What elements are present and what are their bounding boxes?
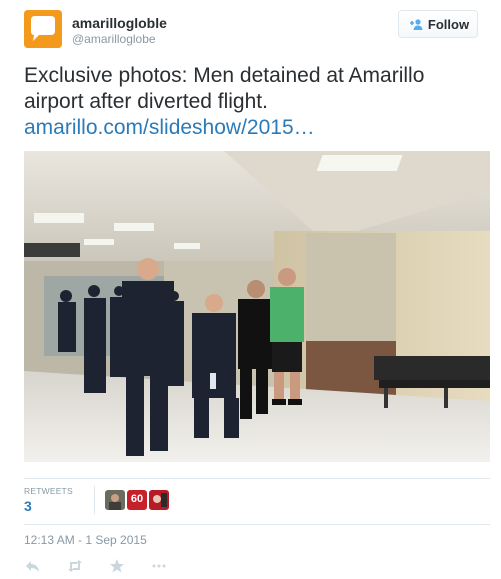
follow-person-plus-icon bbox=[407, 16, 423, 32]
more-options-icon[interactable] bbox=[150, 557, 168, 575]
speech-bubble-logo-icon bbox=[24, 10, 62, 48]
follow-button[interactable]: Follow bbox=[398, 10, 478, 38]
stats-bottom-divider bbox=[24, 524, 490, 525]
retweeter-avatar[interactable] bbox=[105, 490, 125, 510]
stats-vertical-divider bbox=[94, 486, 95, 514]
user-avatar[interactable] bbox=[24, 10, 62, 48]
user-handle[interactable]: @amarilloglobe bbox=[72, 32, 156, 46]
tweet-text: Exclusive photos: Men detained at Amaril… bbox=[24, 64, 425, 113]
retweets-count[interactable]: 3 bbox=[24, 498, 32, 514]
tweet-header: amarillogloble @amarilloglobe Follow bbox=[24, 10, 484, 58]
retweets-label: RETWEETS bbox=[24, 486, 73, 496]
follow-button-label: Follow bbox=[427, 16, 470, 32]
tweet-timestamp[interactable]: 12:13 AM - 1 Sep 2015 bbox=[24, 533, 147, 547]
retweeter-avatars: 60 bbox=[105, 490, 169, 510]
airport-photo-image bbox=[24, 151, 490, 462]
tweet-link[interactable]: amarillo.com/slideshow/2015… bbox=[24, 115, 315, 141]
tweet-photo[interactable] bbox=[24, 151, 490, 462]
tweet-actions bbox=[24, 557, 168, 575]
retweeter-avatar[interactable] bbox=[149, 490, 169, 510]
user-display-name[interactable]: amarillogloble bbox=[72, 15, 167, 31]
retweeter-avatar[interactable]: 60 bbox=[127, 490, 147, 510]
retweet-stats: RETWEETS 3 60 bbox=[24, 486, 484, 520]
reply-icon[interactable] bbox=[24, 557, 42, 575]
retweet-icon[interactable] bbox=[66, 557, 84, 575]
retweeter-avatar-badge: 60 bbox=[130, 493, 144, 505]
stats-top-divider bbox=[24, 478, 490, 479]
favorite-star-icon[interactable] bbox=[108, 557, 126, 575]
